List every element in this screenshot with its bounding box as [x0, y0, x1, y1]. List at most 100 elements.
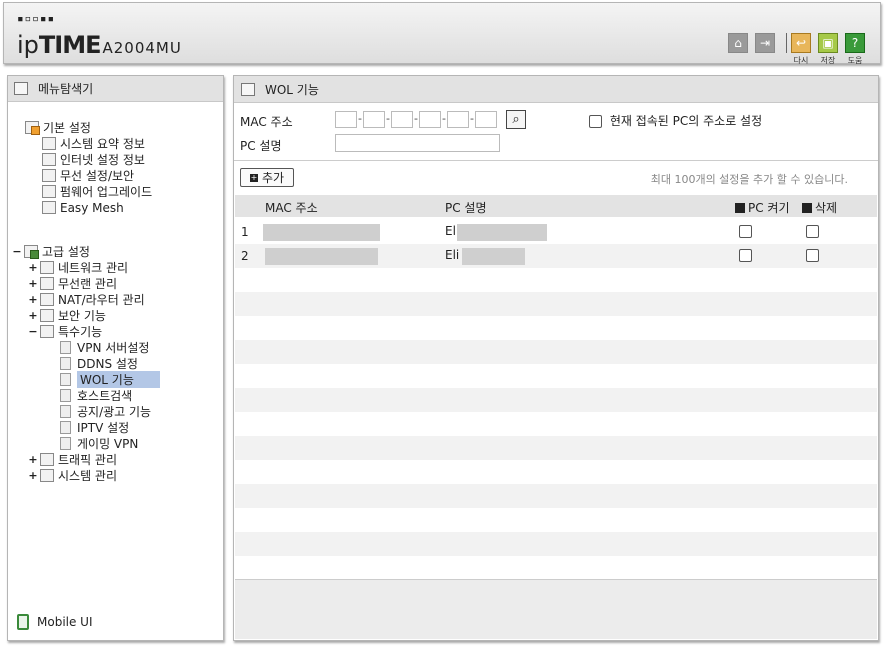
- tree-item-system[interactable]: + 시스템 관리: [28, 468, 117, 483]
- firmware-icon: [42, 185, 56, 198]
- table-header: MAC 주소 PC 설명 PC 켜기 삭제: [235, 195, 877, 217]
- router-icon: [40, 293, 54, 306]
- refresh-icon[interactable]: ↩: [791, 33, 811, 53]
- tree-item-ddns[interactable]: DDNS 설정: [60, 356, 138, 371]
- tree-item-gaming-vpn[interactable]: 게이밍 VPN: [60, 436, 138, 451]
- table-row-empty: [235, 508, 877, 532]
- save-label: 저장: [820, 56, 836, 65]
- table-row-empty: [235, 532, 877, 556]
- wake-checkbox[interactable]: [739, 249, 752, 262]
- table-row-empty: [235, 364, 877, 388]
- chart-icon: [40, 469, 54, 482]
- mac-octet-3[interactable]: [391, 111, 413, 128]
- expand-icon[interactable]: +: [28, 261, 38, 274]
- help-label: 도움: [847, 56, 863, 65]
- model-name: A2004MU: [102, 39, 182, 57]
- menu-explorer: 메뉴탐색기 기본 설정 시스템 요약 정보 인터넷 설정 정보 무선 설정/보안…: [7, 75, 224, 641]
- pc-description-input[interactable]: [335, 134, 500, 152]
- search-icon[interactable]: ⌕: [506, 110, 526, 129]
- folder-icon: [24, 245, 39, 259]
- panel-footer: [235, 579, 877, 639]
- table-row-empty: [235, 316, 877, 340]
- monitor-icon: [42, 153, 56, 166]
- traffic-icon: [40, 453, 54, 466]
- help-icon[interactable]: ?: [845, 33, 865, 53]
- tree-item-internet-info[interactable]: 인터넷 설정 정보: [42, 152, 145, 167]
- limit-note: 최대 100개의 설정을 추가 할 수 있습니다.: [650, 173, 848, 186]
- save-icon[interactable]: ▣: [818, 33, 838, 53]
- table-row-empty: [235, 484, 877, 508]
- mac-octet-6[interactable]: [475, 111, 497, 128]
- dash: -: [470, 112, 474, 125]
- tree-item-wireless-lan[interactable]: + 무선랜 관리: [28, 276, 117, 291]
- delete-checkbox[interactable]: [806, 249, 819, 262]
- mac-octet-2[interactable]: [363, 111, 385, 128]
- tree-item-wol[interactable]: WOL 기능: [60, 371, 160, 388]
- wireless-icon: [42, 169, 56, 182]
- table-row-empty: [235, 340, 877, 364]
- mobile-ui-link[interactable]: Mobile UI: [17, 614, 93, 630]
- tree-item-iptv[interactable]: IPTV 설정: [60, 420, 129, 435]
- table-row: 1 El: [235, 220, 877, 244]
- table-row: 2 Eli: [235, 244, 877, 268]
- chart-icon: [42, 137, 56, 150]
- dash: -: [386, 112, 390, 125]
- expand-icon[interactable]: +: [28, 469, 38, 482]
- col-mac: MAC 주소: [265, 201, 318, 215]
- mac-octet-4[interactable]: [419, 111, 441, 128]
- page-icon: [60, 437, 71, 450]
- collapse-icon[interactable]: −: [28, 325, 38, 338]
- tree-item-special[interactable]: − 특수기능: [28, 324, 102, 339]
- home-icon[interactable]: ⌂: [728, 33, 748, 53]
- expand-icon[interactable]: +: [28, 277, 38, 290]
- tree-item-network[interactable]: + 네트워크 관리: [28, 260, 128, 275]
- tree-basic-settings[interactable]: 기본 설정: [25, 120, 91, 135]
- collapse-icon[interactable]: −: [12, 245, 22, 258]
- power-icon: [735, 202, 745, 213]
- tree-item-wireless-security[interactable]: 무선 설정/보안: [42, 168, 134, 183]
- tree-item-firmware-upgrade[interactable]: 펌웨어 업그레이드: [42, 184, 152, 199]
- plus-icon: +: [249, 172, 258, 182]
- menu-explorer-title: 메뉴탐색기: [38, 82, 94, 96]
- network-icon: [40, 261, 54, 274]
- redacted-desc: [462, 248, 525, 265]
- table-row-empty: [235, 292, 877, 316]
- table-row-empty: [235, 388, 877, 412]
- mac-label: MAC 주소: [240, 115, 293, 129]
- expand-icon[interactable]: +: [28, 309, 38, 322]
- add-button[interactable]: + 추가: [240, 168, 294, 187]
- dash: -: [358, 112, 362, 125]
- tree-item-nat-router[interactable]: + NAT/라우터 관리: [28, 292, 145, 307]
- wol-panel: WOL 기능 MAC 주소 - - - - - ⌕ 현재 접속된 PC의 주소로…: [233, 75, 879, 641]
- tree-item-easy-mesh[interactable]: Easy Mesh: [42, 200, 124, 215]
- mesh-icon: [42, 201, 56, 214]
- col-delete: 삭제: [802, 199, 837, 216]
- tree-item-host-search[interactable]: 호스트검색: [60, 388, 132, 403]
- logo-dots: ▪▫▫▪▪: [17, 12, 56, 25]
- table-row-empty: [235, 412, 877, 436]
- tree-advanced-settings[interactable]: − 고급 설정: [12, 244, 90, 259]
- page-icon: [241, 82, 255, 96]
- header-divider: [786, 33, 787, 53]
- current-pc-option[interactable]: 현재 접속된 PC의 주소로 설정: [589, 112, 762, 129]
- mobile-icon: [17, 614, 29, 630]
- redacted-mac: [263, 224, 380, 241]
- tree-item-security[interactable]: + 보안 기능: [28, 308, 106, 323]
- logout-icon[interactable]: ⇥: [755, 33, 775, 53]
- wireless-icon: [40, 277, 54, 290]
- table-row-empty: [235, 268, 877, 292]
- expand-icon[interactable]: +: [28, 453, 38, 466]
- tree-item-vpn-server[interactable]: VPN 서버설정: [60, 340, 149, 355]
- tree-item-notice-ad[interactable]: 공지/광고 기능: [60, 404, 151, 419]
- tree-item-traffic[interactable]: + 트래픽 관리: [28, 452, 117, 467]
- page-title: WOL 기능: [265, 82, 319, 97]
- mac-octet-1[interactable]: [335, 111, 357, 128]
- mac-octet-5[interactable]: [447, 111, 469, 128]
- menu-explorer-header: 메뉴탐색기: [8, 76, 223, 102]
- expand-icon[interactable]: +: [28, 293, 38, 306]
- wol-panel-header: WOL 기능: [234, 76, 878, 103]
- tree-item-system-summary[interactable]: 시스템 요약 정보: [42, 136, 145, 151]
- delete-checkbox[interactable]: [806, 225, 819, 238]
- wake-checkbox[interactable]: [739, 225, 752, 238]
- current-pc-checkbox[interactable]: [589, 115, 602, 128]
